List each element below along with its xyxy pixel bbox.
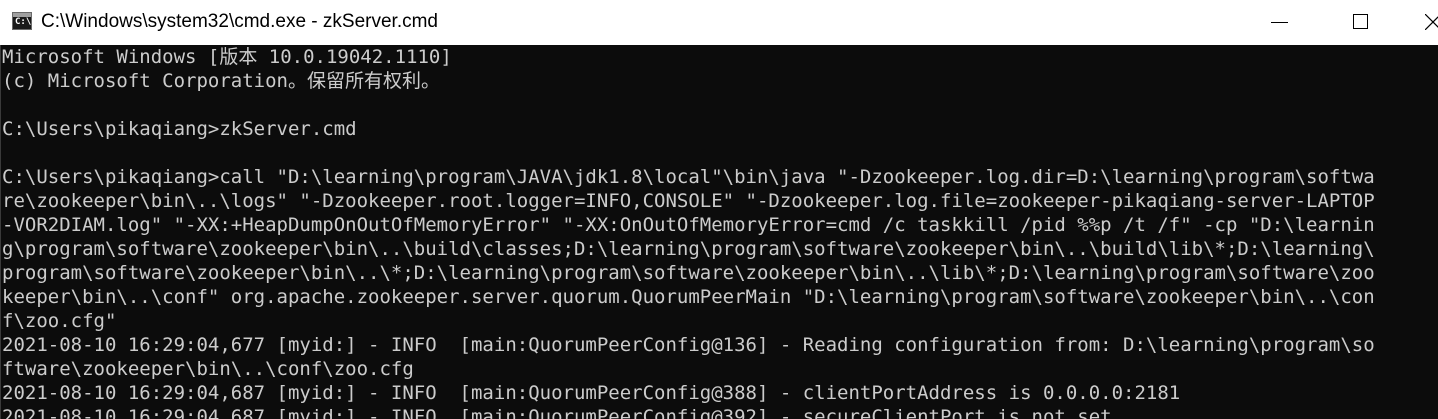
console-line: Microsoft Windows [版本 10.0.19042.1110] — [2, 46, 452, 68]
console-line: C:\Users\pikaqiang>call "D:\learning\pro… — [2, 166, 1375, 188]
maximize-icon — [1353, 14, 1368, 29]
close-icon — [1425, 14, 1438, 30]
cmd-window: C:\ C:\Windows\system32\cmd.exe - zkServ… — [0, 0, 1438, 419]
console-line: f\zoo.cfg" — [2, 310, 117, 332]
minimize-button[interactable] — [1253, 0, 1311, 45]
title-bar[interactable]: C:\ C:\Windows\system32\cmd.exe - zkServ… — [0, 0, 1438, 45]
console-line: (c) Microsoft Corporation。保留所有权利。 — [2, 70, 440, 92]
console-line: g\program\software\zookeeper\bin\..\buil… — [2, 238, 1375, 260]
console-line: -VOR2DIAM.log" "-XX:+HeapDumpOnOutOfMemo… — [2, 214, 1375, 236]
console-line: C:\Users\pikaqiang>zkServer.cmd — [2, 118, 357, 140]
console-line: 2021-08-10 16:29:04,687 [myid:] - INFO [… — [2, 406, 1112, 419]
window-title: C:\Windows\system32\cmd.exe - zkServer.c… — [41, 11, 438, 32]
console-line: program\software\zookeeper\bin\..\*;D:\l… — [2, 262, 1375, 284]
console-line: 2021-08-10 16:29:04,677 [myid:] - INFO [… — [2, 334, 1375, 356]
console-line: 2021-08-10 16:29:04,687 [myid:] - INFO [… — [2, 382, 1181, 404]
minimize-icon — [1271, 22, 1288, 23]
console-line: re\zookeeper\bin\..\logs" "-Dzookeeper.r… — [2, 190, 1375, 212]
console-line: keeper\bin\..\conf" org.apache.zookeeper… — [2, 286, 1375, 308]
cmd-console-icon[interactable]: C:\ — [12, 12, 32, 30]
close-button[interactable] — [1400, 0, 1438, 45]
maximize-button[interactable] — [1331, 0, 1389, 45]
console-line: ftware\zookeeper\bin\..\conf\zoo.cfg — [2, 358, 414, 380]
console-output[interactable]: Microsoft Windows [版本 10.0.19042.1110] (… — [0, 45, 1438, 419]
